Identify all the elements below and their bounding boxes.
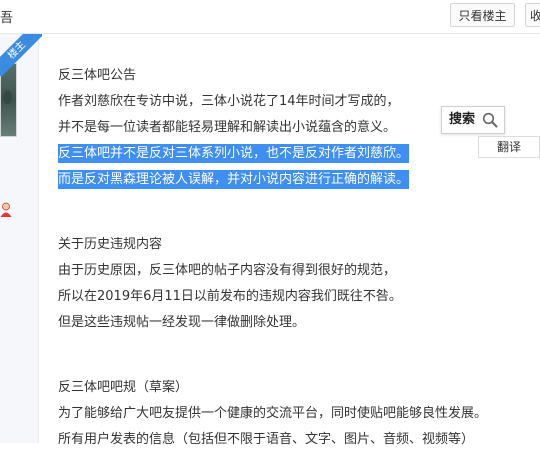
search-label: 搜索	[449, 112, 476, 127]
selected-text: 反三体吧并不是反对三体系列小说，也不是反对作者刘慈欣。	[58, 144, 410, 163]
toolbar-divider	[0, 33, 540, 34]
user-icon[interactable]	[0, 202, 12, 218]
sidebar-divider	[38, 34, 39, 443]
post-line: 所以在2019年6月11日以前发布的违规内容我们既往不咎。	[58, 289, 402, 304]
post-line: 所有用户发表的信息（包括但不限于语音、文字、图片、音频、视频等）	[58, 432, 475, 447]
search-selection-button[interactable]: 搜索	[441, 106, 505, 134]
author-badge-label: 楼主	[0, 34, 42, 76]
post-line: 由于历史原因，反三体吧的帖子内容没有得到很好的规范，	[58, 263, 397, 278]
only-author-button[interactable]: 只看楼主	[450, 3, 515, 27]
post-rules-draft: 反三体吧吧规（草案） 为了能够给广大吧友提供一个健康的交流平台，同时使贴吧能够良…	[58, 375, 528, 453]
selected-text: 而是反对黑森理论被人误解，并对小说内容进行正确的解读。	[58, 170, 410, 189]
post-title: 关于历史违规内容	[58, 237, 163, 252]
post-line: 但是这些违规帖一经发现一律做删除处理。	[58, 315, 306, 330]
top-toolbar: 吾 只看楼主 收	[0, 0, 540, 33]
search-icon	[482, 112, 498, 128]
post-history-violations: 关于历史违规内容 由于历史原因，反三体吧的帖子内容没有得到很好的规范， 所以在2…	[58, 232, 528, 336]
post-title: 反三体吧公告	[58, 68, 137, 83]
translate-button[interactable]: 翻译	[478, 136, 540, 158]
avatar-figure	[3, 90, 12, 104]
post-title: 反三体吧吧规（草案）	[58, 380, 189, 395]
post-line: 为了能够给广大吧友提供一个健康的交流平台，同时使贴吧能够良性发展。	[58, 406, 488, 421]
collect-button[interactable]: 收	[525, 3, 540, 27]
author-badge: 楼主	[0, 34, 42, 76]
toolbar-partial-text: 吾	[0, 11, 14, 26]
